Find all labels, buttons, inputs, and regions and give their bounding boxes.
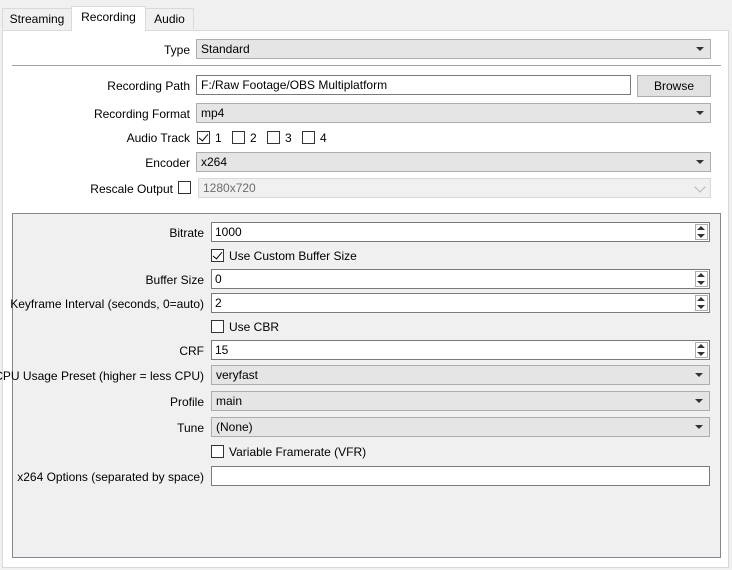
chevron-down-icon [695, 373, 703, 377]
arrow-down-icon [697, 281, 705, 285]
custom-buffer-checkbox[interactable] [211, 249, 224, 262]
encoder-settings-group [12, 213, 721, 558]
recording-format-value: mp4 [201, 106, 225, 120]
audio-track-4-checkbox[interactable] [302, 131, 315, 144]
cpu-preset-value: veryfast [216, 368, 259, 382]
tune-select[interactable]: (None) [211, 417, 710, 437]
cpu-preset-label: CPU Usage Preset (higher = less CPU) [0, 369, 204, 383]
arrow-up-icon [697, 273, 705, 277]
custom-buffer-label: Use Custom Buffer Size [229, 249, 357, 263]
chevron-down-icon [696, 47, 704, 51]
buffer-size-label: Buffer Size [145, 273, 204, 287]
recording-format-select[interactable]: mp4 [196, 103, 711, 123]
keyframe-interval-spinbox[interactable]: 2 [211, 293, 710, 313]
chevron-down-icon [696, 160, 704, 164]
tab-streaming[interactable]: Streaming [2, 8, 72, 29]
tab-label: Streaming [9, 12, 65, 26]
use-cbr-checkbox[interactable] [211, 320, 224, 333]
x264-options-input[interactable] [211, 466, 710, 486]
profile-label: Profile [169, 395, 204, 409]
divider [12, 65, 721, 66]
type-select[interactable]: Standard [196, 39, 711, 59]
spin-buttons[interactable] [695, 271, 708, 287]
chevron-down-icon [695, 399, 703, 403]
audio-track-1-checkbox[interactable] [197, 131, 210, 144]
tab-label: Audio [154, 12, 185, 26]
rescale-value: 1280x720 [203, 181, 256, 195]
encoder-select[interactable]: x264 [196, 152, 711, 172]
recording-path-input[interactable]: F:/Raw Footage/OBS Multiplatform [196, 75, 631, 95]
tab-label: Recording [81, 10, 136, 24]
buffer-size-value: 0 [215, 272, 222, 286]
arrow-down-icon [697, 234, 705, 238]
spin-buttons[interactable] [695, 342, 708, 358]
crf-label: CRF [179, 344, 204, 358]
chevron-down-icon [696, 111, 704, 115]
audio-track-2-label: 2 [250, 131, 257, 145]
arrow-down-icon [697, 305, 705, 309]
recording-path-label: Recording Path [107, 79, 190, 93]
audio-track-1-label: 1 [215, 131, 222, 145]
type-value: Standard [201, 42, 250, 56]
crf-value: 15 [215, 343, 229, 357]
profile-select[interactable]: main [211, 391, 710, 411]
rescale-output-label: Rescale Output [90, 182, 173, 196]
rescale-output-checkbox[interactable] [178, 181, 191, 194]
audio-track-2-checkbox[interactable] [232, 131, 245, 144]
chevron-down-icon [695, 425, 703, 429]
profile-value: main [216, 394, 243, 408]
audio-track-3-checkbox[interactable] [267, 131, 280, 144]
audio-track-3-label: 3 [285, 131, 292, 145]
keyframe-interval-label: Keyframe Interval (seconds, 0=auto) [10, 297, 204, 311]
bitrate-spinbox[interactable]: 1000 [211, 222, 710, 242]
tab-recording[interactable]: Recording [71, 6, 146, 31]
arrow-up-icon [697, 226, 705, 230]
tab-audio[interactable]: Audio [145, 8, 194, 29]
audio-track-label: Audio Track [126, 131, 190, 145]
chevron-down-icon [694, 181, 706, 193]
audio-track-4-label: 4 [320, 131, 327, 145]
arrow-down-icon [697, 352, 705, 356]
buffer-size-spinbox[interactable]: 0 [211, 269, 710, 289]
bitrate-label: Bitrate [169, 226, 204, 240]
vfr-checkbox[interactable] [211, 445, 224, 458]
arrow-up-icon [697, 344, 705, 348]
keyframe-interval-value: 2 [215, 296, 222, 310]
vfr-label: Variable Framerate (VFR) [229, 445, 367, 459]
type-label: Type [163, 43, 190, 57]
tune-label: Tune [177, 421, 204, 435]
recording-format-label: Recording Format [93, 107, 190, 121]
arrow-up-icon [697, 297, 705, 301]
encoder-value: x264 [201, 155, 228, 169]
spin-buttons[interactable] [695, 295, 708, 311]
tune-value: (None) [216, 420, 253, 434]
browse-button[interactable]: Browse [637, 75, 711, 97]
crf-spinbox[interactable]: 15 [211, 340, 710, 360]
use-cbr-label: Use CBR [229, 320, 280, 334]
encoder-label: Encoder [145, 156, 190, 170]
cpu-preset-select[interactable]: veryfast [211, 365, 710, 385]
x264-options-label: x264 Options (separated by space) [17, 470, 204, 484]
rescale-resolution-select[interactable]: 1280x720 [198, 178, 711, 198]
bitrate-value: 1000 [215, 225, 242, 239]
spin-buttons[interactable] [695, 224, 708, 240]
